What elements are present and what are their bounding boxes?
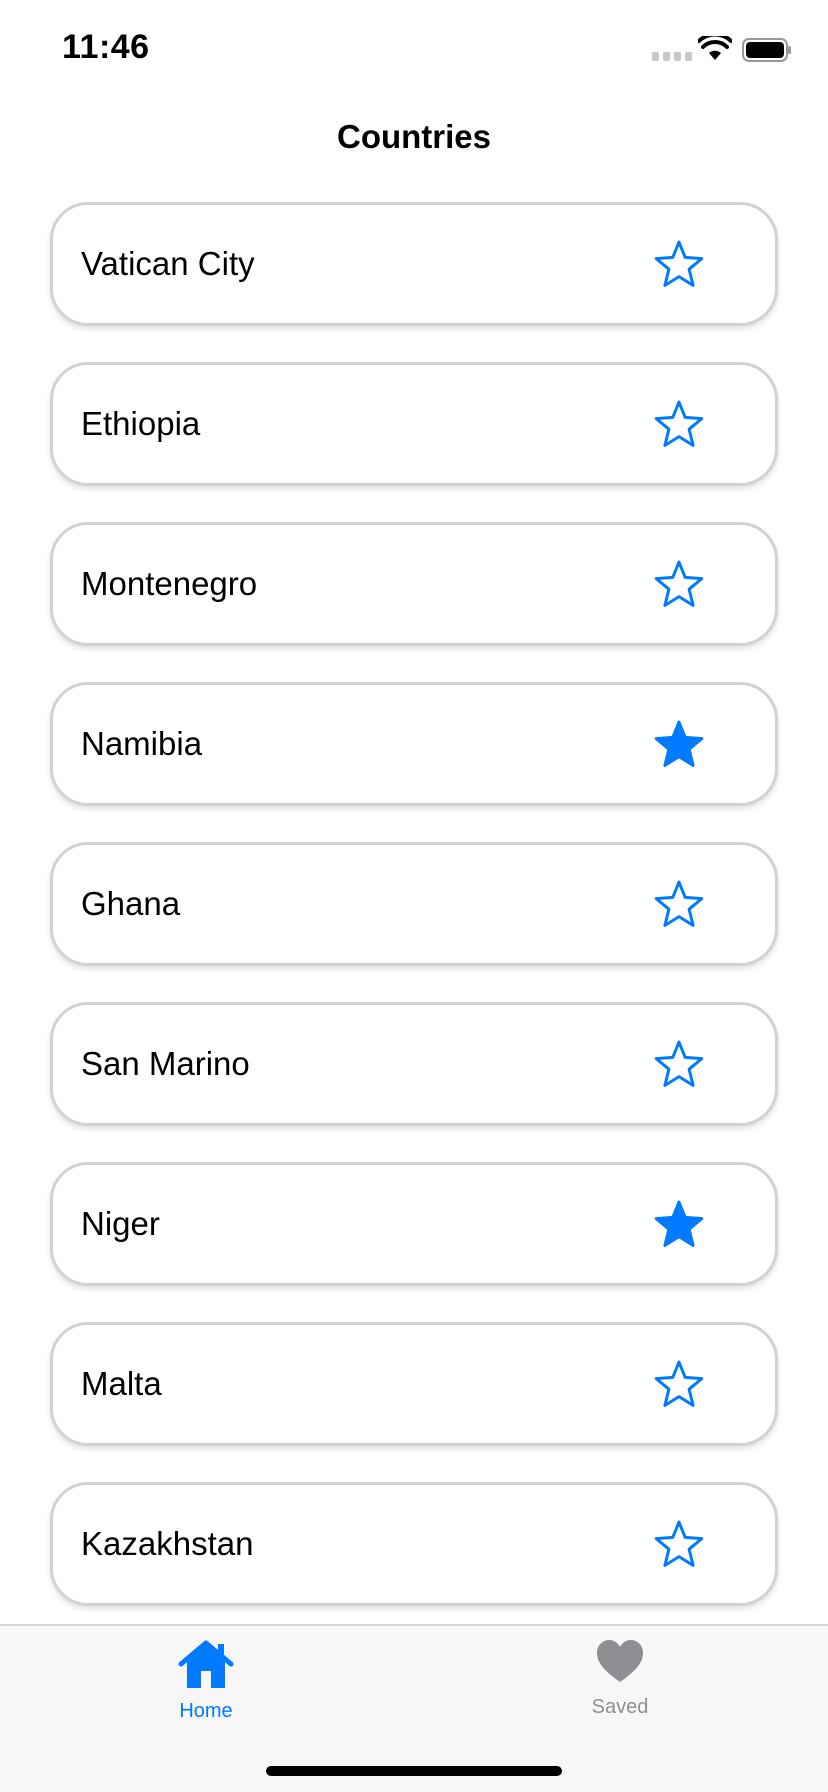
star-outline-icon[interactable] xyxy=(653,1039,705,1091)
status-time: 11:46 xyxy=(62,28,150,66)
tab-saved-label: Saved xyxy=(591,1696,649,1718)
star-outline-icon[interactable] xyxy=(653,399,705,451)
country-row[interactable]: Ghana xyxy=(50,842,778,966)
heart-icon xyxy=(597,1640,643,1682)
country-name: Ethiopia xyxy=(81,405,201,442)
house-icon xyxy=(178,1640,234,1688)
country-name: Ghana xyxy=(81,885,181,922)
star-filled-icon[interactable] xyxy=(653,1199,705,1251)
star-outline-icon[interactable] xyxy=(653,559,705,611)
star-outline-icon[interactable] xyxy=(653,239,705,291)
country-name: San Marino xyxy=(81,1045,250,1082)
star-filled-icon[interactable] xyxy=(653,719,705,771)
star-outline-icon[interactable] xyxy=(653,1359,705,1411)
country-row[interactable]: Vatican City xyxy=(50,202,778,326)
country-row[interactable]: Montenegro xyxy=(50,522,778,646)
country-row[interactable]: Ethiopia xyxy=(50,362,778,486)
country-list: Vatican City Ethiopia Montenegro Namibia Gha… xyxy=(50,202,778,1642)
country-name: Kazakhstan xyxy=(81,1525,254,1562)
page-title: Countries xyxy=(336,118,491,155)
tab-home[interactable]: Home xyxy=(136,1638,276,1738)
home-indicator xyxy=(266,1766,562,1776)
country-name: Namibia xyxy=(81,725,203,762)
status-bar: 11:46 xyxy=(0,0,828,100)
country-row[interactable]: Niger xyxy=(50,1162,778,1286)
country-row[interactable]: Namibia xyxy=(50,682,778,806)
wifi-icon xyxy=(698,36,732,60)
country-row[interactable]: Malta xyxy=(50,1322,778,1446)
country-row[interactable]: San Marino xyxy=(50,1002,778,1126)
country-name: Vatican City xyxy=(81,245,255,282)
country-row[interactable]: Kazakhstan xyxy=(50,1482,778,1606)
tab-saved[interactable]: Saved xyxy=(550,1638,690,1738)
star-outline-icon[interactable] xyxy=(653,879,705,931)
tab-home-label: Home xyxy=(179,1700,233,1722)
country-name: Montenegro xyxy=(81,565,258,602)
cellular-signal-icon xyxy=(652,52,692,62)
star-outline-icon[interactable] xyxy=(653,1519,705,1571)
country-name: Malta xyxy=(81,1365,162,1402)
screen: 11:46 Countries Vatican City Ethiopia Mont… xyxy=(0,0,828,1792)
country-name: Niger xyxy=(81,1205,160,1242)
battery-icon xyxy=(742,38,791,62)
